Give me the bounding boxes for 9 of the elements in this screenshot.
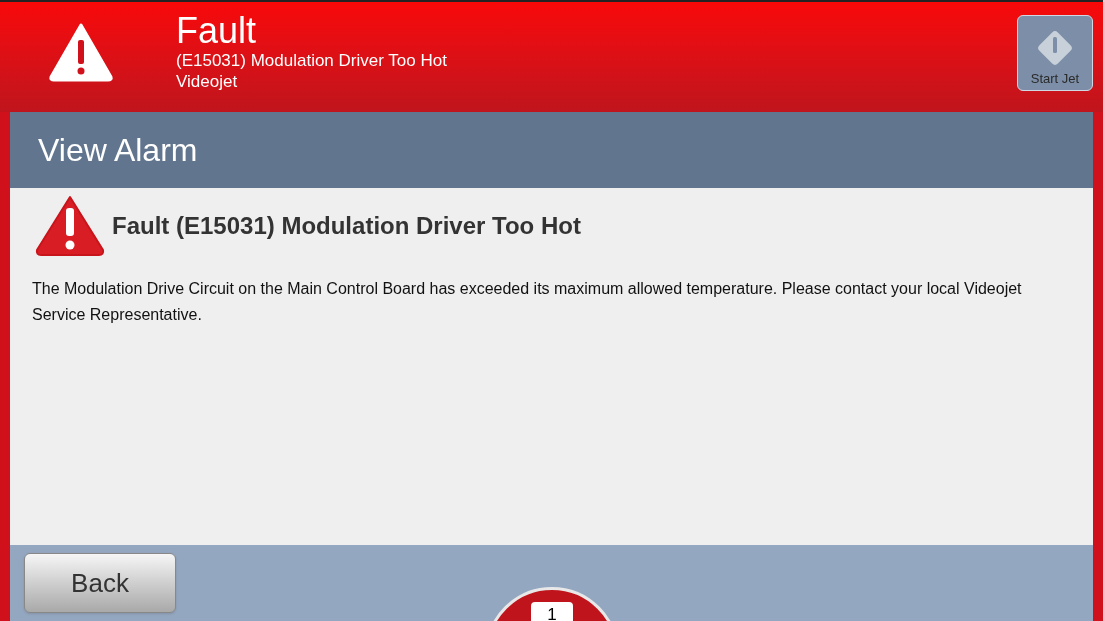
- page-title: View Alarm: [38, 131, 198, 170]
- warning-icon: [48, 22, 114, 82]
- alarm-heading: Fault (E15031) Modulation Driver Too Hot: [112, 211, 581, 241]
- back-button[interactable]: Back: [24, 553, 176, 613]
- source-label: Videojet: [176, 71, 239, 92]
- alarm-description: The Modulation Drive Circuit on the Main Control Board has exceeded its maximum allowed temperature. Please contact your local Videojet Service Representative.: [32, 279, 1023, 325]
- fault-code: (E15031) Modulation Driver Too Hot: [176, 50, 447, 71]
- fault-title: Fault: [176, 12, 258, 50]
- warning-icon: [34, 194, 106, 258]
